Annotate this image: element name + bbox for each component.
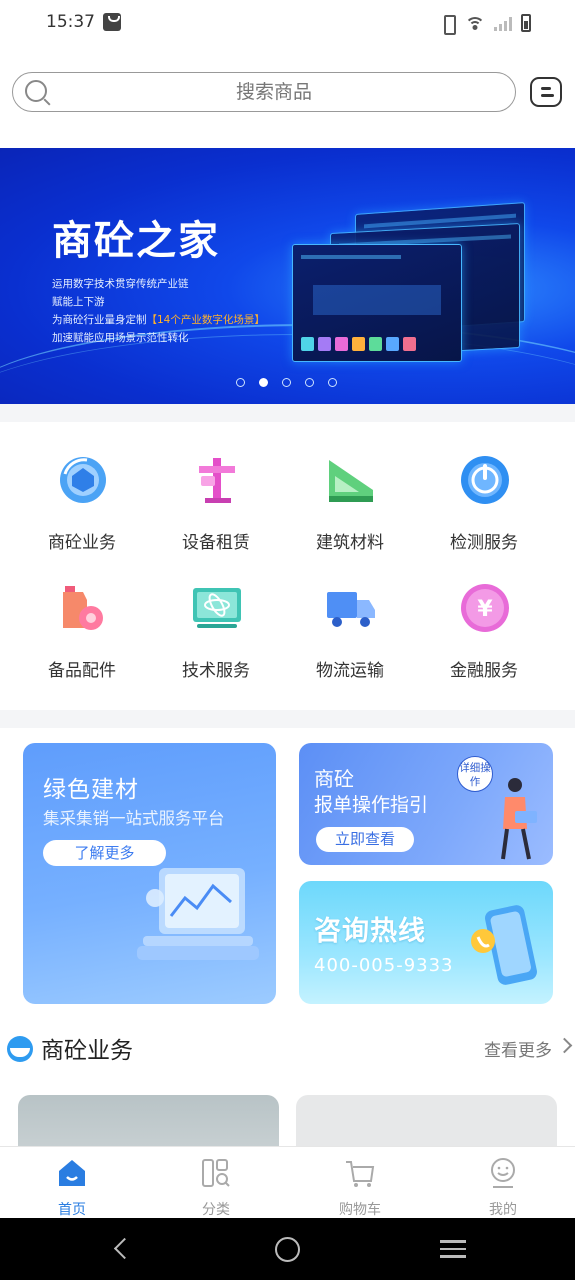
chart-screen-illustration (137, 868, 259, 960)
category-label: 备品配件 (48, 661, 116, 681)
section-divider (0, 710, 575, 728)
green-materials-card[interactable]: 绿色建材 集采集销一站式服务平台 了解更多 (23, 743, 276, 1004)
promo-subtitle: 集采集销一站式服务平台 (43, 809, 225, 828)
vibrate-icon (440, 15, 456, 35)
banner-line: 加速赋能应用场景示范性转化 (52, 332, 189, 344)
tab-category[interactable]: 分类 (166, 1147, 266, 1219)
dashboard-screen-illustration (292, 244, 462, 362)
category-label: 金融服务 (450, 661, 518, 681)
category-label: 检测服务 (450, 533, 518, 553)
category-label: 设备租赁 (182, 533, 250, 553)
yen-coin-icon: ¥ (461, 584, 509, 632)
search-input[interactable] (53, 73, 495, 110)
home-icon (59, 1160, 85, 1186)
banner-title: 商砼之家 (52, 218, 220, 264)
order-guide-card[interactable]: 商砼 报单操作指引 立即查看 详细操作 (299, 743, 553, 865)
view-more-link[interactable]: 查看更多 (484, 1036, 552, 1061)
home-button-icon[interactable] (275, 1237, 300, 1262)
back-icon[interactable] (113, 1237, 136, 1260)
signal-icon (494, 15, 512, 31)
gauge-icon (461, 456, 509, 504)
banner-line: 运用数字技术贯穿传统产业链 (52, 278, 189, 290)
category-item-finance[interactable]: ¥ 金融服务 (417, 568, 551, 688)
carousel-dot-active[interactable] (259, 378, 268, 387)
hero-banner[interactable]: 商砼之家 运用数字技术贯穿传统产业链 赋能上下游 为商砼行业量身定制【14个产业… (0, 148, 575, 404)
carousel-dot[interactable] (282, 378, 291, 387)
ruler-triangle-icon (329, 460, 373, 502)
tab-profile[interactable]: 我的 (453, 1147, 553, 1219)
phone-icon (471, 905, 537, 985)
banner-line: 为商砼行业量身定制【14个产业数字化场景】 (52, 311, 265, 329)
category-item-parts[interactable]: 备品配件 (15, 568, 149, 688)
section-divider (0, 404, 575, 422)
delivery-truck-icon (327, 592, 375, 627)
tab-home[interactable]: 首页 (22, 1147, 122, 1219)
promo-subtitle: 报单操作指引 (314, 794, 429, 816)
category-label: 物流运输 (316, 661, 384, 681)
hotline-card[interactable]: 咨询热线 400-005-9333 (299, 881, 553, 1004)
tab-cart[interactable]: 购物车 (310, 1147, 410, 1219)
status-icons (440, 12, 531, 35)
message-icon[interactable] (530, 77, 562, 107)
cart-icon (346, 1161, 375, 1187)
category-item-materials[interactable]: 建筑材料 (283, 440, 417, 560)
tab-label: 我的 (489, 1202, 517, 1218)
tab-label: 购物车 (339, 1202, 381, 1218)
person-laptop-illustration (501, 778, 537, 860)
section-wave-icon (7, 1036, 33, 1062)
banner-highlight: 【14个产业数字化场景】 (146, 314, 265, 326)
tab-label: 首页 (58, 1202, 86, 1218)
crane-icon (199, 458, 235, 503)
banner-text: 运用数字技术贯穿传统产业链 赋能上下游 为商砼行业量身定制【14个产业数字化场景… (52, 275, 265, 347)
search-icon (25, 80, 47, 102)
category-label: 商砼业务 (48, 533, 116, 553)
system-navigation-bar (0, 1218, 575, 1280)
chevron-right-icon[interactable] (556, 1037, 573, 1054)
view-now-button[interactable]: 立即查看 (316, 827, 414, 852)
banner-line-prefix: 为商砼行业量身定制 (52, 314, 147, 326)
carousel-dot[interactable] (305, 378, 314, 387)
carousel-dot[interactable] (328, 378, 337, 387)
mixer-truck-icon (60, 457, 106, 503)
profile-icon (491, 1158, 515, 1188)
category-icon (202, 1159, 230, 1187)
battery-icon (521, 14, 531, 32)
hotline-number[interactable]: 400-005-9333 (314, 955, 454, 976)
recent-apps-icon[interactable] (440, 1240, 466, 1258)
category-item-rental[interactable]: 设备租赁 (149, 440, 283, 560)
category-label: 技术服务 (182, 661, 250, 681)
status-time: 15:37 (46, 12, 95, 32)
section-title: 商砼业务 (41, 1038, 133, 1064)
atom-screen-icon (193, 588, 241, 628)
wifi-icon (465, 15, 485, 31)
bottom-tab-bar: 首页 分类 购物车 我的 (0, 1146, 575, 1218)
banner-line: 赋能上下游 (52, 296, 105, 308)
search-bar[interactable] (12, 72, 516, 112)
category-item-testing[interactable]: 检测服务 (417, 440, 551, 560)
svg-text:¥: ¥ (477, 597, 493, 622)
hotline-title: 咨询热线 (314, 916, 426, 947)
tab-label: 分类 (202, 1202, 230, 1218)
category-item-logistics[interactable]: 物流运输 (283, 568, 417, 688)
carousel-indicator[interactable] (236, 378, 337, 387)
shopping-bag-notification-icon (103, 13, 121, 31)
category-label: 建筑材料 (316, 533, 384, 553)
promo-title: 商砼 (314, 767, 354, 791)
status-bar: 15:37 (0, 0, 575, 46)
category-item-mixer[interactable]: 商砼业务 (15, 440, 149, 560)
oil-can-icon (63, 586, 103, 630)
category-item-tech[interactable]: 技术服务 (149, 568, 283, 688)
promo-title: 绿色建材 (43, 777, 139, 803)
carousel-dot[interactable] (236, 378, 245, 387)
